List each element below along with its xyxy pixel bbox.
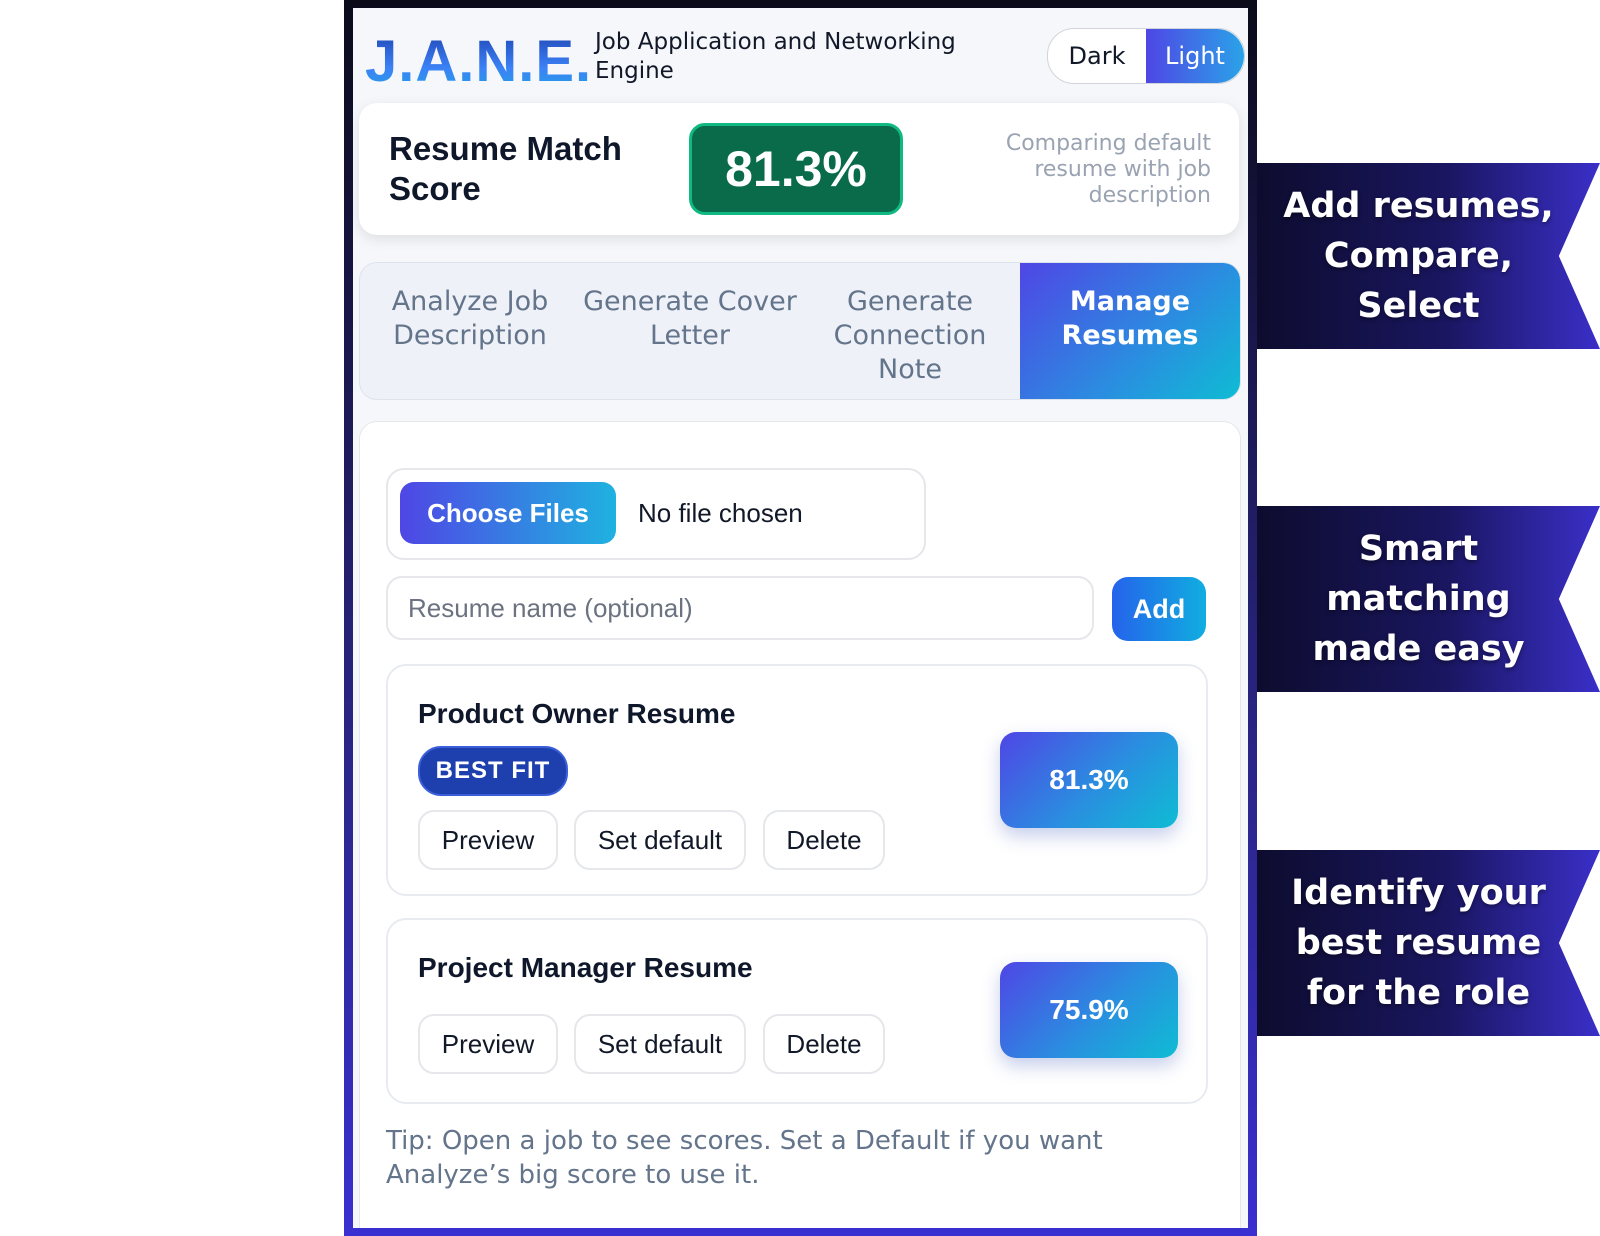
tip-text: Tip: Open a job to see scores. Set a Def… <box>386 1126 1103 1190</box>
score-note: Comparing default resume with job descri… <box>1005 131 1211 208</box>
app-logo: J.A.N.E. <box>365 29 593 94</box>
set-default-button[interactable]: Set default <box>574 810 746 870</box>
resume-name-input[interactable] <box>386 576 1094 640</box>
delete-button[interactable]: Delete <box>763 810 885 870</box>
tab-manage-resumes[interactable]: Manage Resumes <box>1020 263 1240 399</box>
file-status-text: No file chosen <box>638 498 803 528</box>
tab-generate-cover-letter[interactable]: Generate Cover Letter <box>580 263 800 399</box>
resume-card: Project Manager Resume Preview Set defau… <box>386 918 1208 1104</box>
file-upload-field[interactable]: Choose Files No file chosen <box>386 468 926 560</box>
promo-banner: Identify your best resume for the role <box>1257 850 1600 1036</box>
best-fit-badge: BEST FIT <box>418 746 568 796</box>
theme-dark-button[interactable]: Dark <box>1048 29 1146 83</box>
theme-light-button[interactable]: Light <box>1146 29 1244 83</box>
main-tabs: Analyze Job Description Generate Cover L… <box>359 262 1241 400</box>
promo-banner-text: Add resumes, Compare, Select <box>1283 186 1554 326</box>
delete-button[interactable]: Delete <box>763 1014 885 1074</box>
resume-match-score-card: Resume Match Score 81.3% Comparing defau… <box>359 103 1239 235</box>
add-resume-button[interactable]: Add <box>1112 577 1206 641</box>
promo-banner-text: Identify your best resume for the role <box>1291 873 1546 1013</box>
resume-name: Product Owner Resume <box>418 698 736 729</box>
tab-generate-connection-note[interactable]: Generate Connection Note <box>800 263 1020 399</box>
resume-name: Project Manager Resume <box>418 952 753 983</box>
app-subtitle: Job Application and Networking Engine <box>595 29 956 84</box>
preview-button[interactable]: Preview <box>418 810 558 870</box>
resume-score-badge: 81.3% <box>1000 732 1178 828</box>
choose-files-button[interactable]: Choose Files <box>400 482 616 544</box>
manage-resumes-panel: Choose Files No file chosen Add Product … <box>359 421 1241 1228</box>
promo-banner: Smart matching made easy <box>1257 506 1600 692</box>
set-default-button[interactable]: Set default <box>574 1014 746 1074</box>
score-value-badge: 81.3% <box>689 123 903 215</box>
promo-banner: Add resumes, Compare, Select <box>1257 163 1600 349</box>
tab-analyze-job-description[interactable]: Analyze Job Description <box>360 263 580 399</box>
resume-card: Product Owner Resume BEST FIT Preview Se… <box>386 664 1208 896</box>
theme-toggle[interactable]: Dark Light <box>1047 28 1245 84</box>
score-title: Resume Match Score <box>389 130 622 207</box>
app-screen: J.A.N.E. Job Application and Networking … <box>353 8 1248 1228</box>
resume-score-badge: 75.9% <box>1000 962 1178 1058</box>
promo-banner-text: Smart matching made easy <box>1312 529 1525 669</box>
preview-button[interactable]: Preview <box>418 1014 558 1074</box>
